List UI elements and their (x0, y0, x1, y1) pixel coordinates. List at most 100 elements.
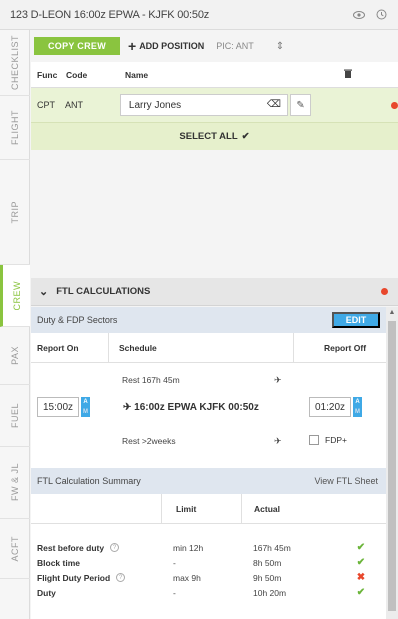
tab-label: TRIP (10, 200, 20, 224)
crew-name-field[interactable]: Larry Jones ⌫ (119, 94, 288, 116)
duty-section-bar: Duty & FDP Sectors EDIT (31, 307, 386, 333)
row-limit: - (173, 587, 176, 598)
fdp-plus-checkbox[interactable] (309, 435, 319, 445)
select-all-label: SELECT ALL (179, 131, 238, 142)
edit-button[interactable]: EDIT (332, 312, 380, 328)
col-name: Name (125, 69, 149, 80)
ftl-scrollbar[interactable]: ▲ (386, 307, 398, 619)
rest-before: Rest 167h 45m (122, 375, 180, 385)
crew-code: ANT (64, 100, 83, 110)
report-on-am-toggle[interactable]: A M (81, 397, 90, 417)
tab-checklist[interactable]: CHECKLIST (0, 30, 30, 96)
summary-row: Duty - 10h 20m ✔ (31, 585, 386, 600)
report-off-value: 01:20z (315, 401, 346, 413)
trash-icon[interactable] (337, 69, 359, 81)
summary-row-label: Rest before duty? (31, 543, 161, 553)
check-icon: ✔ (241, 131, 250, 142)
tab-fuel[interactable]: FUEL (0, 385, 30, 447)
report-on-value: 15:00z (43, 401, 74, 413)
sort-toggle-icon[interactable]: ⇕ (276, 41, 284, 52)
tab-label: CREW (11, 280, 22, 311)
tab-acft[interactable]: ACFT (0, 519, 30, 579)
schedule-header: Report On Schedule Report Off (31, 332, 386, 363)
plane-icon: ✈ (123, 402, 132, 413)
tab-pax[interactable]: PAX (0, 327, 30, 385)
col-func: Func (37, 69, 58, 80)
flight-title: 123 D-LEON 16:00z EPWA - KJFK 00:50z (10, 8, 210, 21)
route-label: 16:00z EPWA KJFK 00:50z (134, 402, 259, 413)
scroll-up-icon[interactable]: ▲ (386, 309, 398, 316)
row-limit: min 12h (173, 542, 204, 553)
tab-crew[interactable]: CREW (0, 265, 30, 327)
crew-table-header: Func Code Name (31, 62, 398, 88)
summary-row: Block time - 8h 50m ✔ (31, 555, 386, 570)
schedule-body: Rest 167h 45m ✈ 15:00z A M ✈ 16:00z EPWA… (31, 363, 386, 468)
status-dot (391, 101, 398, 109)
row-limit: max 9h (173, 572, 201, 583)
edit-crew-button[interactable]: ✎ (289, 94, 312, 116)
view-ftl-sheet-link[interactable]: View FTL Sheet (314, 476, 378, 486)
tab-fw-jl[interactable]: FW & JL (0, 447, 30, 519)
plane-icon: ✈ (274, 375, 282, 385)
crew-func: CPT (37, 100, 55, 110)
am-label: A (83, 399, 88, 405)
flight-header: 123 D-LEON 16:00z EPWA - KJFK 00:50z (0, 0, 398, 30)
crew-name-value: Larry Jones (128, 99, 182, 111)
crew-toolbar: COPY CREW + ADD POSITION PIC: ANT ⇕ (31, 36, 398, 56)
rest-after: Rest >2weeks (122, 436, 176, 446)
row-actual: 10h 20m (253, 587, 287, 598)
col-report-off: Report Off (293, 332, 386, 363)
pencil-icon: ✎ (296, 99, 305, 111)
summary-label-col (31, 494, 161, 524)
check-icon: ✔ (356, 587, 366, 598)
info-icon[interactable]: ? (110, 543, 120, 552)
report-off-am-toggle[interactable]: A M (353, 397, 362, 417)
row-actual: 9h 50m (253, 572, 282, 583)
col-report-on: Report On (31, 332, 109, 363)
add-position-button[interactable]: + ADD POSITION (128, 39, 204, 53)
check-icon: ✔ (356, 557, 366, 568)
row-actual: 167h 45m (253, 542, 291, 553)
summary-row: Rest before duty? min 12h 167h 45m ✔ (31, 540, 386, 555)
crew-row[interactable]: CPT ANT Larry Jones ⌫ ✎ (31, 88, 398, 122)
check-icon: ✔ (356, 542, 366, 553)
summary-header: Limit Actual (31, 493, 386, 524)
info-icon[interactable]: ? (116, 573, 126, 582)
history-icon[interactable] (372, 6, 390, 24)
row-label-text: Rest before duty (37, 542, 105, 553)
select-all-button[interactable]: SELECT ALL ✔ (31, 122, 398, 150)
tab-label: FW & JL (10, 463, 20, 502)
tab-label: CHECKLIST (10, 34, 20, 90)
eye-icon[interactable] (350, 6, 368, 24)
am-label: A (355, 399, 360, 405)
tab-label: ACFT (10, 535, 20, 562)
col-limit: Limit (161, 493, 241, 524)
ftl-title: FTL CALCULATIONS (56, 286, 151, 297)
pic-label: PIC: ANT (216, 41, 254, 51)
route: ✈ 16:00z EPWA KJFK 00:50z (123, 402, 259, 413)
report-on-input[interactable]: 15:00z (37, 397, 79, 417)
tab-label: FLIGHT (10, 109, 20, 145)
side-tabs: CHECKLIST FLIGHT TRIP CREW PAX FUEL FW &… (0, 30, 30, 619)
plus-icon: + (128, 38, 137, 54)
ftl-section-header[interactable]: ⌄ FTL CALCULATIONS (31, 278, 398, 306)
row-label-text: Block time (37, 557, 80, 568)
m-label: M (355, 409, 360, 415)
crew-panel: COPY CREW + ADD POSITION PIC: ANT ⇕ Func… (31, 30, 398, 619)
summary-row-label: Flight Duty Period? (31, 573, 161, 583)
copy-crew-button[interactable]: COPY CREW (34, 37, 120, 55)
summary-row: Flight Duty Period? max 9h 9h 50m ✖ (31, 570, 386, 585)
tab-flight[interactable]: FLIGHT (0, 96, 30, 160)
fdp-plus-label: FDP+ (325, 435, 347, 445)
col-code: Code (66, 69, 88, 80)
row-actual: 8h 50m (253, 557, 282, 568)
summary-row-label: Duty (31, 588, 161, 598)
scroll-thumb[interactable] (388, 321, 396, 611)
report-off-input[interactable]: 01:20z (309, 397, 351, 417)
row-label-text: Flight Duty Period (37, 572, 111, 583)
col-actual: Actual (241, 493, 386, 524)
tab-trip[interactable]: TRIP (0, 160, 30, 265)
duty-section-title: Duty & FDP Sectors (37, 315, 118, 325)
chevron-down-icon: ⌄ (39, 286, 49, 298)
clear-icon[interactable]: ⌫ (267, 99, 281, 110)
